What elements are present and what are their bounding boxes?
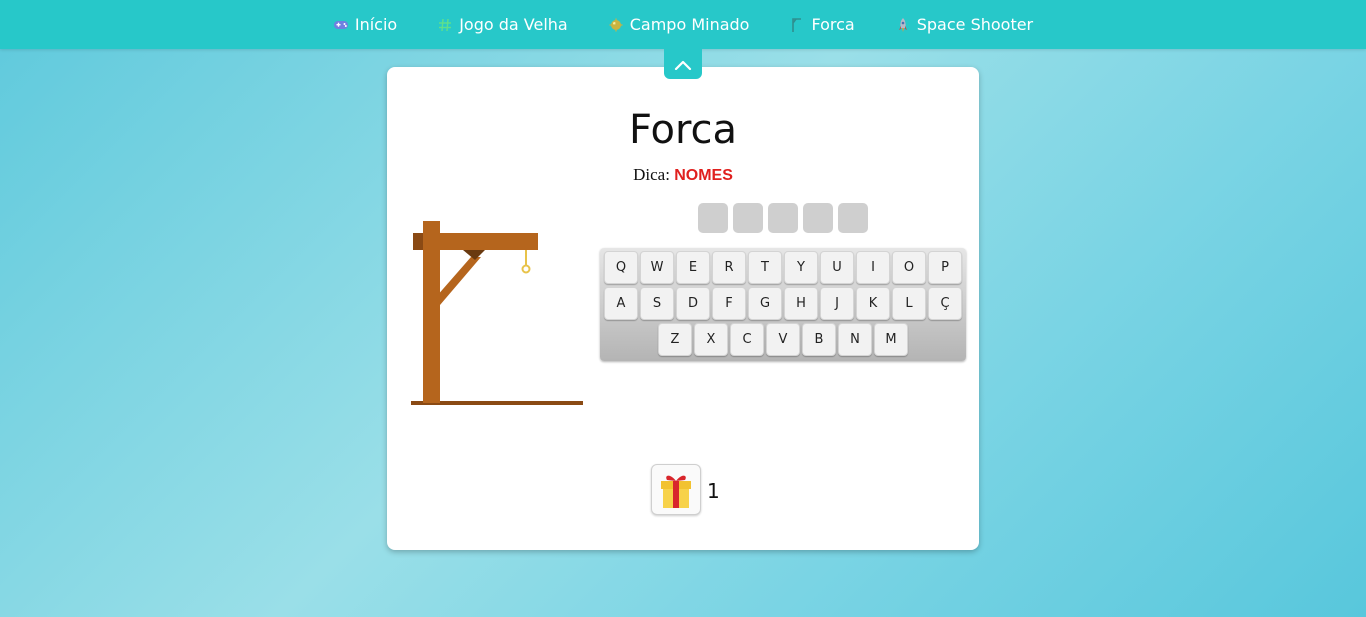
key-d[interactable]: D [676,287,710,320]
key-ç[interactable]: Ç [928,287,962,320]
key-j[interactable]: J [820,287,854,320]
nav-item-label: Jogo da Velha [459,15,568,34]
letter-slot [733,203,763,233]
key-u[interactable]: U [820,251,854,284]
chevron-up-icon [674,55,692,74]
game-card: Forca Dica: NOMES QWERTYUIOP ASDFGHJKLÇ … [387,67,979,550]
word-slots [698,203,868,233]
key-p[interactable]: P [928,251,962,284]
key-a[interactable]: A [604,287,638,320]
page-title: Forca [628,107,738,153]
nav-item-label: Space Shooter [916,15,1034,34]
key-b[interactable]: B [802,323,836,356]
key-w[interactable]: W [640,251,674,284]
key-l[interactable]: L [892,287,926,320]
hint-gift: 1 [651,464,720,515]
key-m[interactable]: M [874,323,908,356]
key-k[interactable]: K [856,287,890,320]
key-o[interactable]: O [892,251,926,284]
hash-icon [437,17,453,33]
key-v[interactable]: V [766,323,800,356]
gift-icon [661,475,691,508]
key-r[interactable]: R [712,251,746,284]
hint-line: Dica: NOMES [387,165,979,185]
rocket-icon [895,17,911,33]
virtual-keyboard: QWERTYUIOP ASDFGHJKLÇ ZXCVBNM [600,248,966,361]
key-n[interactable]: N [838,323,872,356]
keyboard-row-1: QWERTYUIOP [600,251,966,284]
nav-item-jogo-da-velha[interactable]: Jogo da Velha [417,0,588,49]
key-q[interactable]: Q [604,251,638,284]
key-x[interactable]: X [694,323,728,356]
key-c[interactable]: C [730,323,764,356]
nav-item-label: Início [354,15,398,34]
key-z[interactable]: Z [658,323,692,356]
nav-item-campo-minado[interactable]: Campo Minado [588,0,770,49]
letter-slot [698,203,728,233]
nav-item-forca[interactable]: Forca [769,0,874,49]
nav-item-label: Forca [811,15,855,34]
gift-button[interactable] [651,464,701,515]
key-t[interactable]: T [748,251,782,284]
keyboard-row-3: ZXCVBNM [600,323,966,356]
gallows-drawing [411,221,583,405]
key-s[interactable]: S [640,287,674,320]
collapse-nav-button[interactable] [664,49,702,79]
key-e[interactable]: E [676,251,710,284]
key-h[interactable]: H [784,287,818,320]
hint-value: NOMES [674,167,733,184]
key-g[interactable]: G [748,287,782,320]
gamepad-icon [333,17,349,33]
letter-slot [803,203,833,233]
nav-item-space-shooter[interactable]: Space Shooter [875,0,1053,49]
key-f[interactable]: F [712,287,746,320]
key-i[interactable]: I [856,251,890,284]
nav-item-label: Campo Minado [629,15,750,34]
gallows-icon [789,17,805,33]
gift-count: 1 [707,478,720,503]
letter-slot [838,203,868,233]
letter-slot [768,203,798,233]
key-y[interactable]: Y [784,251,818,284]
mine-icon [608,17,624,33]
nav-item-inicio[interactable]: Início [313,0,417,49]
keyboard-row-2: ASDFGHJKLÇ [600,287,966,320]
top-navbar: Início Jogo da Velha Campo Minado Forca … [0,0,1366,49]
hint-label: Dica: [633,165,670,184]
